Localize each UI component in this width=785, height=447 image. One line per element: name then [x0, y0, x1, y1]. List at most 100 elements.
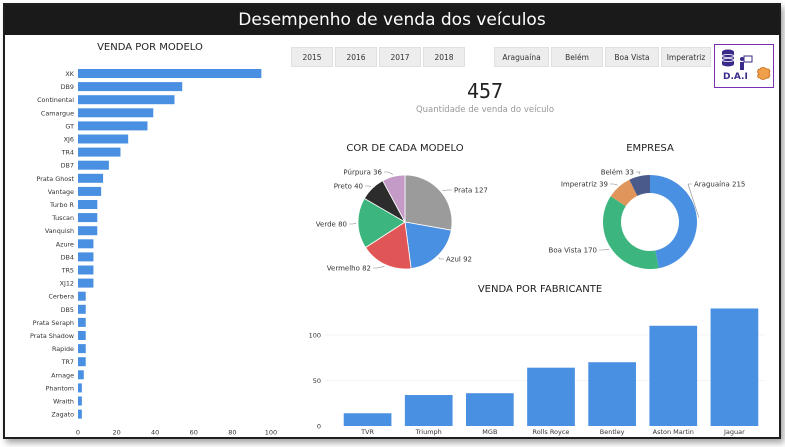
brain-icon — [757, 67, 771, 80]
model-label-prata-ghost: Prata Ghost — [37, 175, 75, 183]
model-bar-azure[interactable] — [78, 239, 94, 249]
maker-label-mgb: MGB — [482, 428, 497, 436]
kpi-value: 457 — [466, 79, 504, 103]
dashboard-title: Desempenho de venda dos veículos — [5, 5, 779, 35]
maker-label-rolls-royce: Rolls Royce — [533, 428, 570, 436]
model-xtick-0: 0 — [76, 429, 80, 437]
year-button-2015[interactable]: 2015 — [291, 47, 333, 67]
model-label-turbo-r: Turbo R — [49, 201, 75, 209]
model-bar-db5[interactable] — [78, 304, 86, 314]
database-icon — [721, 49, 735, 67]
maker-bar-mgb[interactable] — [466, 393, 514, 426]
model-label-vanquish: Vanquish — [45, 227, 74, 235]
color-leader-vermelho — [373, 266, 385, 269]
model-xtick-20: 20 — [112, 429, 120, 437]
city-button-imperatriz[interactable]: Imperatriz — [661, 47, 711, 67]
model-label-xj6: XJ6 — [64, 136, 74, 144]
city-button-araguaina[interactable]: Araguaína — [494, 47, 549, 67]
maker-bar-jaguar[interactable] — [710, 308, 759, 426]
dai-logo: D.A.I — [714, 44, 774, 88]
model-bar-xk[interactable] — [78, 69, 262, 78]
color-label-purpura: Púrpura 36 — [343, 169, 382, 177]
company-slice-boa-vista[interactable] — [603, 196, 659, 269]
maker-label-jaguar: Jaguar — [723, 428, 745, 436]
manufacturer-chart-title: VENDA POR FABRICANTE — [477, 284, 603, 295]
maker-bar-aston-martin[interactable] — [649, 325, 698, 426]
company-leader-imperatriz — [610, 183, 618, 186]
model-bar-xj6[interactable] — [78, 134, 129, 144]
model-bar-tr4[interactable] — [78, 147, 121, 157]
model-label-prata-shadow: Prata Shadow — [30, 332, 74, 340]
year-button-2016[interactable]: 2016 — [335, 47, 377, 67]
company-label-araguaina: Araguaína 215 — [694, 181, 745, 189]
color-label-azul: Azul 92 — [446, 256, 472, 264]
model-xtick-80: 80 — [228, 429, 236, 437]
color-leader-prata — [442, 189, 452, 191]
city-button-boa-vista[interactable]: Boa Vista — [605, 47, 659, 67]
model-label-wraith: Wraith — [53, 398, 74, 406]
model-label-cerbera: Cerbera — [48, 293, 74, 301]
model-bar-arnage[interactable] — [78, 370, 84, 380]
color-label-vermelho: Vermelho 82 — [327, 265, 371, 273]
maker-bar-triumph[interactable] — [404, 395, 453, 426]
model-label-continental: Continental — [37, 96, 74, 104]
company-label-imperatriz: Imperatriz 39 — [561, 181, 608, 189]
model-bar-db4[interactable] — [78, 252, 94, 262]
maker-ytick-100: 100 — [309, 331, 321, 339]
model-bar-db7[interactable] — [78, 160, 109, 170]
model-bar-vanquish[interactable] — [78, 226, 98, 236]
model-label-vantage: Vantage — [48, 188, 74, 196]
company-slice-araguaina[interactable] — [650, 175, 697, 269]
model-label-db9: DB9 — [61, 83, 74, 91]
color-label-prata: Prata 127 — [454, 187, 488, 195]
model-bar-tuscan[interactable] — [78, 213, 98, 223]
model-bar-vantage[interactable] — [78, 186, 102, 196]
color-pie-chart: Prata 127 Azul 92 Vermelho 82 Verde 80 Preto… — [316, 169, 488, 273]
model-xtick-60: 60 — [190, 429, 198, 437]
maker-bar-tvr[interactable] — [343, 413, 392, 426]
model-bar-turbo-r[interactable] — [78, 200, 98, 209]
model-bar-db9[interactable] — [78, 82, 183, 92]
color-leader-azul — [438, 257, 444, 260]
year-button-2017[interactable]: 2017 — [379, 47, 421, 67]
model-bar-chart: XK DB9 Continental Camargue GT XJ6 TR4 DB7 Prata… — [30, 69, 277, 437]
model-bar-gt[interactable] — [78, 121, 148, 131]
model-bar-continental[interactable] — [78, 95, 175, 105]
model-label-tr4: TR4 — [61, 149, 74, 157]
company-leader-belem — [636, 171, 641, 175]
maker-label-tvr: TVR — [360, 428, 374, 436]
model-bar-xj12[interactable] — [78, 278, 94, 288]
maker-label-bentley: Bentley — [600, 428, 625, 436]
maker-bar-bentley[interactable] — [588, 362, 636, 426]
model-label-xj12: XJ12 — [60, 280, 74, 288]
logo-text: D.A.I — [723, 72, 748, 82]
model-label-rapide: Rapide — [52, 345, 74, 353]
model-bar-zagato[interactable] — [78, 409, 82, 419]
dashboard-frame: Desempenho de venda dos veículos VENDA P… — [3, 3, 781, 439]
color-slice-azul[interactable] — [404, 221, 452, 270]
city-button-belem[interactable]: Belém — [551, 47, 603, 67]
model-label-xk: XK — [65, 70, 74, 78]
model-bar-prata-shadow[interactable] — [78, 331, 86, 340]
year-button-2018[interactable]: 2018 — [423, 47, 465, 67]
model-bar-prata-ghost[interactable] — [78, 173, 104, 183]
color-label-preto: Preto 40 — [334, 183, 363, 191]
model-bar-camargue[interactable] — [78, 108, 154, 118]
maker-ytick-0: 0 — [317, 423, 321, 431]
model-bar-prata-seraph[interactable] — [78, 317, 86, 327]
model-bar-rapide[interactable] — [78, 344, 86, 354]
model-bar-tr5[interactable] — [78, 265, 94, 275]
maker-bar-rolls-royce[interactable] — [527, 367, 575, 426]
model-bar-phantom[interactable] — [78, 383, 82, 393]
company-label-belem: Belém 33 — [601, 169, 634, 177]
presenter-icon — [740, 55, 753, 70]
model-bar-tr7[interactable] — [78, 357, 86, 367]
model-label-db5: DB5 — [61, 306, 74, 314]
model-bar-cerbera[interactable] — [78, 291, 86, 301]
model-bar-wraith[interactable] — [78, 396, 82, 406]
color-leader-verde — [349, 222, 357, 225]
model-label-db4: DB4 — [61, 253, 74, 261]
maker-label-aston-martin: Aston Martin — [653, 428, 694, 436]
color-slice-prata[interactable] — [404, 174, 453, 231]
model-label-prata-seraph: Prata Seraph — [33, 319, 74, 327]
